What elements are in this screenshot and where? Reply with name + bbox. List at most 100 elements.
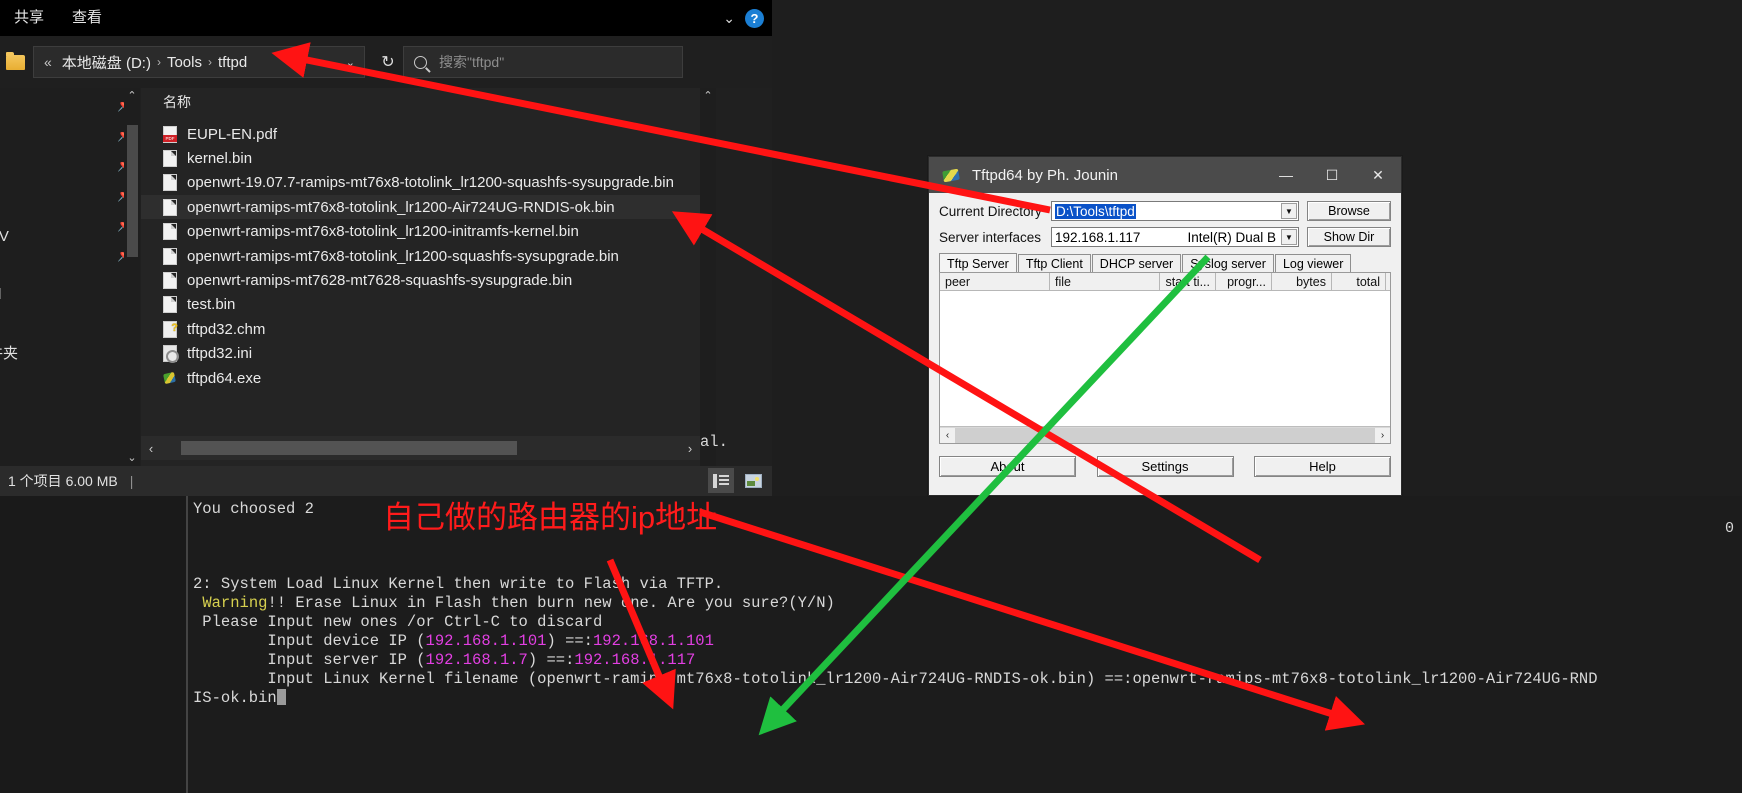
generic-file-icon	[163, 223, 177, 241]
navigation-scrollbar[interactable]: ⌃ ⌄	[124, 88, 140, 466]
server-interfaces-combobox[interactable]: 192.168.1.117 Intel(R) Dual B ▼	[1051, 227, 1299, 247]
file-row[interactable]: tftpd32.ini	[141, 342, 700, 366]
transfer-column-bytes[interactable]: bytes	[1272, 273, 1332, 290]
breadcrumb-separator-icon: ›	[156, 55, 161, 69]
tftpd-client-area: Current Directory D:\Tools\tftpd ▼ Brows…	[929, 193, 1401, 497]
tab-tftp-client[interactable]: Tftp Client	[1017, 254, 1091, 273]
file-row[interactable]: EUPL-EN.pdf	[141, 122, 700, 146]
ribbon-tab-strip: 共享 查看 ⌄ ?	[0, 0, 772, 36]
transfer-column-total[interactable]: total	[1332, 273, 1386, 290]
sidebar-item-rd[interactable]: rd	[0, 286, 1, 303]
file-row[interactable]: openwrt-ramips-mt76x8-totolink_lr1200-sq…	[141, 244, 700, 268]
list-scroll-up-icon[interactable]: ⌃	[700, 88, 716, 104]
maximize-button[interactable]: ☐	[1309, 157, 1355, 193]
breadcrumb-history-chevron-icon[interactable]: ⌄	[337, 56, 364, 69]
tab-log-viewer[interactable]: Log viewer	[1274, 254, 1352, 273]
explorer-body: 📌 📌 📌 📌 📌 📌 CV rd 件夹 ⌃ ⌄ 名称 ⌃	[0, 84, 772, 466]
scroll-right-icon[interactable]: ›	[680, 441, 700, 456]
large-icons-view-button[interactable]	[740, 468, 766, 493]
file-row[interactable]: openwrt-19.07.7-ramips-mt76x8-totolink_l…	[141, 171, 700, 195]
terminal-text-span: ) ==:	[527, 651, 575, 669]
transfer-column-file[interactable]: file	[1050, 273, 1160, 290]
sidebar-item-cv[interactable]: CV	[0, 228, 9, 245]
current-directory-row: Current Directory D:\Tools\tftpd ▼ Brows…	[939, 201, 1391, 221]
file-list-horizontal-scrollbar[interactable]: ‹ ›	[141, 436, 700, 460]
ribbon-tab-share[interactable]: 共享	[0, 0, 58, 36]
file-row[interactable]: openwrt-ramips-mt76x8-totolink_lr1200-Ai…	[141, 195, 700, 220]
status-text: 1 个项目 6.00 MB	[8, 473, 118, 489]
transfer-scroll-left-icon[interactable]: ‹	[940, 427, 955, 443]
minimize-button[interactable]: —	[1263, 157, 1309, 193]
file-list-vertical-scrollbar[interactable]: ⌃	[700, 88, 716, 466]
hscroll-thumb[interactable]	[181, 441, 517, 455]
close-button[interactable]: ✕	[1355, 157, 1401, 193]
column-header-name[interactable]: 名称 ⌃	[141, 84, 700, 116]
file-row[interactable]: kernel.bin	[141, 146, 700, 170]
transfer-column-progr[interactable]: progr...	[1216, 273, 1272, 290]
tftpd-title-bar[interactable]: Tftpd64 by Ph. Jounin — ☐ ✕	[929, 157, 1401, 193]
chevron-down-icon-interface[interactable]: ▼	[1281, 229, 1297, 245]
transfer-hscroll-thumb[interactable]	[955, 427, 1375, 443]
tab-syslog-server[interactable]: Syslog server	[1182, 254, 1274, 273]
tab-dhcp-server[interactable]: DHCP server	[1091, 254, 1182, 273]
show-dir-button[interactable]: Show Dir	[1307, 227, 1391, 247]
transfer-scroll-right-icon[interactable]: ›	[1375, 427, 1390, 443]
breadcrumb-item-drive[interactable]: 本地磁盘 (D:)	[58, 52, 155, 73]
large-icons-view-icon	[744, 473, 762, 488]
tftpd-tab-strip: Tftp Server Tftp Client DHCP server Syslog …	[939, 253, 1391, 273]
terminal-window[interactable]: You choosed 2 2: System Load Linux Kerne…	[0, 496, 1742, 793]
tab-tftp-server[interactable]: Tftp Server	[939, 253, 1017, 273]
terminal-line: IS-ok.bin	[193, 689, 286, 708]
terminal-text-span: Warning	[202, 594, 268, 612]
details-view-button[interactable]	[708, 468, 734, 493]
sidebar-item-folder[interactable]: 件夹	[0, 342, 18, 363]
scroll-up-icon[interactable]: ⌃	[124, 88, 140, 104]
hscroll-track[interactable]	[161, 436, 680, 460]
current-directory-label: Current Directory	[939, 203, 1042, 219]
tftpd-button-row: About Settings Help	[939, 456, 1391, 477]
transfer-column-startti[interactable]: start ti...	[1160, 273, 1216, 290]
breadcrumb-overflow-icon[interactable]: «	[38, 54, 58, 70]
transfer-list-hscrollbar[interactable]: ‹ ›	[940, 426, 1390, 443]
help-button[interactable]: Help	[1254, 456, 1391, 477]
current-directory-value: D:\Tools\tftpd	[1055, 203, 1136, 219]
settings-button[interactable]: Settings	[1096, 456, 1234, 477]
file-name: tftpd32.chm	[187, 320, 266, 338]
terminal-cursor	[276, 689, 286, 705]
breadcrumb[interactable]: « 本地磁盘 (D:) › Tools › tftpd ⌄	[33, 46, 365, 78]
chevron-down-icon-directory[interactable]: ▼	[1281, 203, 1297, 219]
file-row[interactable]: tftpd64.exe	[141, 366, 700, 390]
terminal-line: Input Linux Kernel filename (openwrt-ram…	[193, 670, 1597, 689]
scroll-thumb[interactable]	[127, 125, 138, 257]
help-file-icon	[163, 320, 178, 338]
search-input[interactable]: 搜索"tftpd"	[403, 46, 683, 78]
terminal-partial-text: al.	[700, 433, 728, 451]
search-icon	[414, 55, 427, 69]
current-directory-combobox[interactable]: D:\Tools\tftpd ▼	[1051, 201, 1299, 221]
generic-file-icon	[163, 247, 177, 265]
terminal-text-span: 2: System Load Linux Kernel then write t…	[193, 575, 724, 593]
about-button[interactable]: About	[939, 456, 1076, 477]
breadcrumb-separator-icon-2: ›	[208, 55, 212, 69]
ribbon-tab-view[interactable]: 查看	[58, 0, 116, 36]
file-name: EUPL-EN.pdf	[187, 125, 278, 143]
scroll-left-icon[interactable]: ‹	[141, 441, 161, 456]
chevron-down-icon[interactable]: ⌄	[723, 10, 735, 27]
generic-file-icon	[163, 149, 177, 167]
help-icon[interactable]: ?	[745, 8, 764, 28]
file-list-pane: 名称 ⌃ EUPL-EN.pdf kernel.bin openwrt-19.07.…	[141, 84, 700, 466]
file-row[interactable]: tftpd32.chm	[141, 317, 700, 341]
terminal-left-margin	[0, 496, 186, 793]
file-row[interactable]: openwrt-ramips-mt76x8-totolink_lr1200-in…	[141, 220, 700, 244]
terminal-text-span: 192.168.1.101	[592, 632, 714, 650]
breadcrumb-item-tftpd[interactable]: tftpd	[214, 54, 251, 71]
refresh-button[interactable]: ↻	[373, 52, 403, 72]
browse-button[interactable]: Browse	[1307, 201, 1391, 221]
breadcrumb-item-tools[interactable]: Tools	[163, 54, 206, 71]
scroll-down-icon[interactable]: ⌄	[124, 450, 140, 466]
transfer-column-peer[interactable]: peer	[940, 273, 1050, 290]
file-row[interactable]: test.bin	[141, 293, 700, 317]
column-header-label: 名称	[163, 94, 191, 110]
transfer-list[interactable]: peer file start ti... progr... bytes total ‹ …	[939, 272, 1391, 444]
file-row[interactable]: openwrt-ramips-mt7628-mt7628-squashfs-sy…	[141, 268, 700, 292]
